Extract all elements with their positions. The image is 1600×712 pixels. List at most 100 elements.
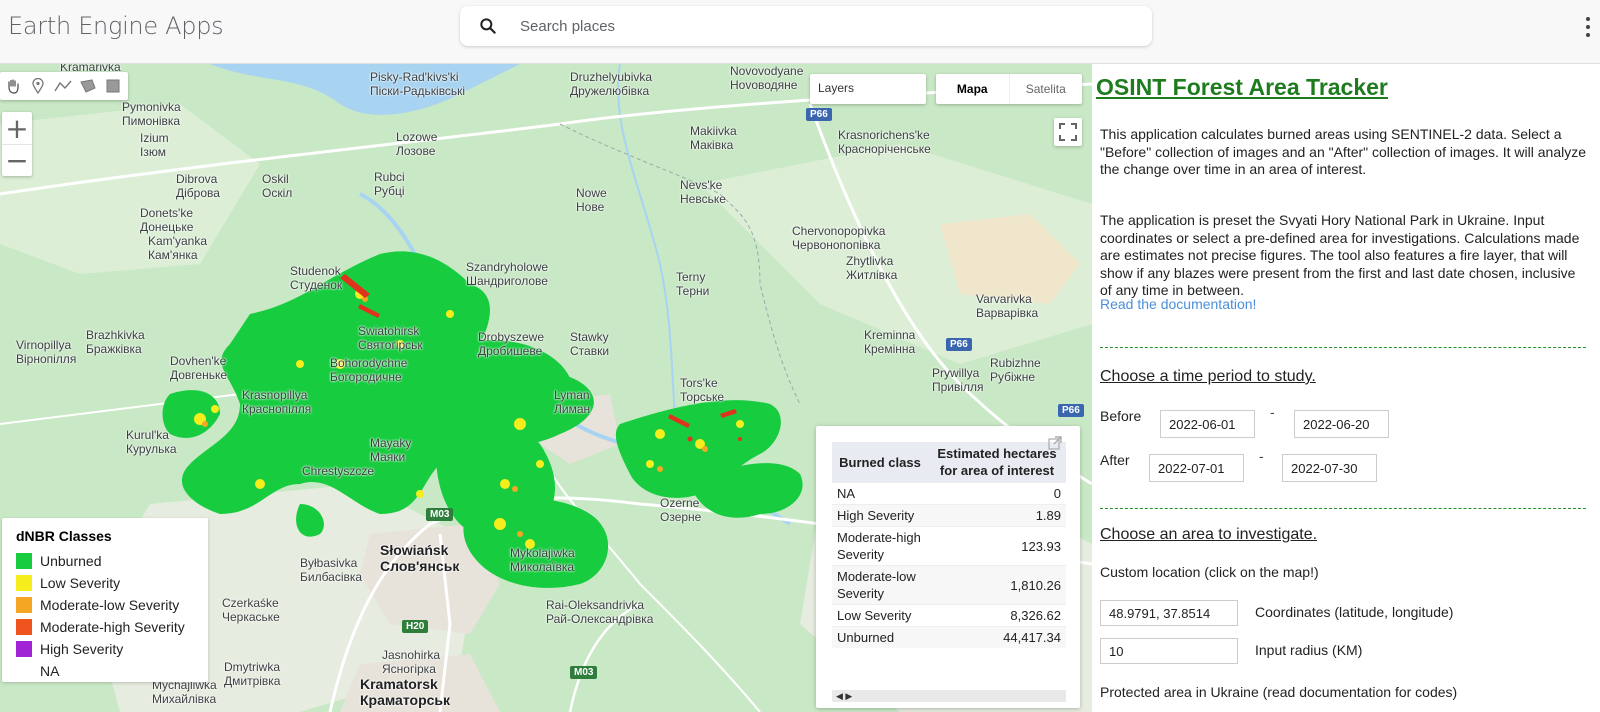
legend-item: NA: [16, 660, 208, 682]
map-type-toggle: Mapa Satelita: [936, 74, 1082, 104]
area-title: Choose an area to investigate.: [1100, 526, 1318, 543]
place-label: Tors'ke Торське: [680, 376, 725, 404]
table-row: NA 0: [832, 482, 1066, 505]
place-label: Brazhkivka Бражківка: [86, 328, 145, 356]
app-header: Earth Engine Apps: [0, 0, 1600, 64]
zoom-controls: + −: [2, 112, 32, 177]
line-icon[interactable]: [50, 72, 75, 100]
value-cell: 1,810.26: [928, 565, 1066, 605]
rectangle-icon[interactable]: [100, 72, 125, 100]
custom-location-label: Custom location (click on the map!): [1100, 564, 1319, 580]
coordinates-input[interactable]: [1100, 600, 1238, 626]
popout-icon[interactable]: [1048, 436, 1062, 450]
place-label: Dovhen'ke Довгеньке: [170, 354, 228, 382]
table-row: Low Severity 8,326.62: [832, 604, 1066, 627]
place-label: Druzhelyubivka Дружелюбівка: [570, 70, 653, 98]
table-row: High Severity 1.89: [832, 504, 1066, 527]
search-input[interactable]: [518, 12, 1118, 40]
map-type-map[interactable]: Mapa: [936, 74, 1009, 104]
place-label: Terny Терни: [676, 270, 710, 298]
radius-label: Input radius (KM): [1255, 642, 1363, 658]
place-label: Makiivka Маківка: [690, 124, 737, 152]
legend-item: Moderate-high Severity: [16, 616, 208, 638]
more-options-icon[interactable]: [1584, 16, 1592, 38]
place-label: Donets'ke Донецьке: [140, 206, 194, 234]
place-label: Studenok Студенок: [290, 264, 343, 292]
results-table: Burned class Estimated hectares for area…: [832, 442, 1066, 648]
road-shield: M03: [426, 508, 454, 521]
place-label: Chervonopopivka Червонопопівка: [792, 224, 886, 252]
after-start-date[interactable]: [1149, 454, 1244, 482]
place-label: Swiatohirsk Святогірськ: [358, 324, 423, 352]
legend-label: Low Severity: [40, 575, 121, 591]
place-label: Kam'yanka Кам'янка: [148, 234, 207, 262]
table-header-row: Burned class Estimated hectares for area…: [832, 442, 1066, 483]
road-shield: H20: [402, 620, 429, 633]
place-label: Rubci Рубці: [374, 170, 405, 198]
place-label: Ozerne Озерне: [660, 496, 702, 524]
dnbr-legend: dNBR Classes Unburned Low Severity Moder…: [2, 518, 208, 682]
search-box[interactable]: [460, 6, 1152, 46]
legend-swatch: [16, 597, 32, 613]
radius-input[interactable]: [1100, 638, 1238, 664]
place-label: Jasnohirka Ясногірка: [382, 648, 441, 676]
polygon-icon[interactable]: [75, 72, 100, 100]
place-label: Bohorodychne Богородичне: [330, 356, 408, 384]
place-label: Lozowe Лозове: [396, 130, 438, 158]
place-label: Byłbasivka Билбасівка: [300, 556, 363, 584]
place-label: Szandryholowe Шандриголове: [466, 260, 549, 288]
fullscreen-icon: [1059, 123, 1077, 141]
place-label: Słowiańsk Слов'янськ: [380, 542, 460, 574]
table-scrollbar[interactable]: ◀ ▶: [832, 690, 1066, 702]
legend-label: Moderate-low Severity: [40, 597, 180, 613]
table-row: Unburned 44,417.34: [832, 626, 1066, 648]
place-label: Kurul'ka Курулька: [126, 428, 177, 456]
layers-button[interactable]: Layers: [810, 74, 926, 104]
place-label: Rubizhne Рубіжне: [990, 356, 1041, 384]
class-cell: High Severity: [832, 504, 928, 527]
zoom-in-button[interactable]: +: [2, 112, 32, 145]
fullscreen-button[interactable]: [1054, 118, 1082, 146]
place-label: Nevs'ke Невське: [680, 178, 726, 206]
search-icon[interactable]: [478, 16, 498, 36]
place-label: Prywillya Привілля: [932, 366, 984, 394]
legend-label: Unburned: [40, 553, 102, 569]
map-type-satellite[interactable]: Satelita: [1008, 74, 1083, 104]
class-cell: Low Severity: [832, 604, 928, 627]
time-period-title: Choose a time period to study.: [1100, 368, 1316, 385]
place-label: Chrestyszcze: [302, 464, 375, 478]
legend-swatch: [16, 663, 32, 679]
before-start-date[interactable]: [1160, 410, 1255, 438]
legend-label: Moderate-high Severity: [40, 619, 185, 635]
value-cell: 1.89: [928, 504, 1066, 527]
place-label: Oskil Оскіл: [262, 172, 293, 200]
legend-title: dNBR Classes: [16, 528, 112, 544]
value-cell: 44,417.34: [928, 626, 1066, 648]
documentation-link[interactable]: Read the documentation!: [1100, 296, 1256, 312]
before-end-date[interactable]: [1294, 410, 1389, 438]
place-label: Dibrova Діброва: [176, 172, 220, 200]
place-label: Lyman Лиман: [554, 388, 591, 416]
after-end-date[interactable]: [1282, 454, 1377, 482]
range-separator: -: [1259, 448, 1264, 464]
place-label: Mayaky Маяки: [370, 436, 412, 464]
place-label: Drobyszewe Дробишеве: [478, 330, 545, 358]
legend-swatch: [16, 553, 32, 569]
zoom-out-button[interactable]: −: [2, 144, 32, 177]
legend-swatch: [16, 641, 32, 657]
value-cell: 8,326.62: [928, 604, 1066, 627]
range-separator: -: [1270, 404, 1275, 420]
class-cell: NA: [832, 482, 928, 505]
app-title: Earth Engine Apps: [8, 12, 224, 40]
class-cell: Moderate-high Severity: [832, 526, 928, 566]
map-canvas[interactable]: Pisky-Rad'kivs'ki Піски-Радьківські Druz…: [0, 64, 1092, 712]
place-label: Kramatorsk Краматорськ: [360, 676, 451, 708]
marker-icon[interactable]: [25, 72, 50, 100]
table-row: Moderate-low Severity 1,810.26: [832, 565, 1066, 605]
legend-item: Low Severity: [16, 572, 208, 594]
place-label: Rai-Oleksandrivka Рай-Олександрівка: [546, 598, 654, 626]
place-label: Mykolajiwka Миколаївка: [510, 546, 575, 574]
place-label: Krasnopillya Краснопілля: [242, 388, 312, 416]
hand-icon[interactable]: [0, 72, 25, 100]
column-header: Estimated hectares for area of interest: [928, 442, 1066, 483]
